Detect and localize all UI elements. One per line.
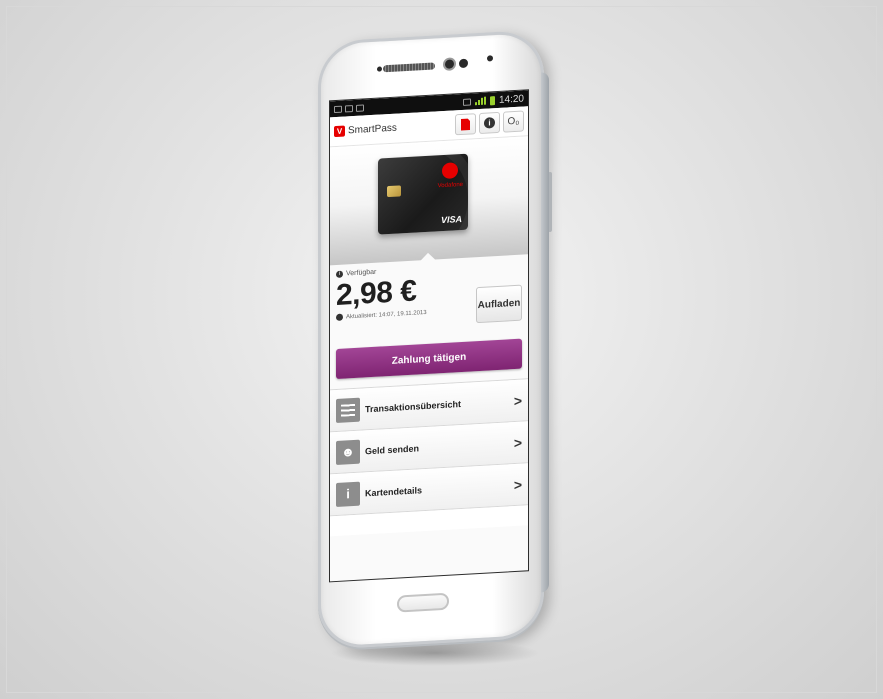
info-button[interactable]: i [479,111,500,134]
sim-card-icon [461,118,470,131]
key-icon: O₀ [507,115,520,128]
info-icon: i [336,270,343,278]
menu-list: Transaktionsübersicht > ☻ Geld senden > … [330,378,528,517]
notification-icon [356,103,364,112]
card-brand: Vodafone [437,181,463,190]
volume-button [548,171,552,233]
nfc-icon [462,97,471,106]
info-icon: i [484,117,495,129]
signal-icon [474,96,486,106]
app-brand: V SmartPass [334,123,397,138]
card-display: Vodafone VISA [330,136,528,266]
balance-section: i Verfügbar 2,98 € Aktualisiert: 14:07, … [330,254,528,347]
chevron-right-icon: > [513,476,522,493]
payment-card[interactable]: Vodafone VISA [378,153,468,235]
vodafone-logo-icon [442,162,458,180]
menu-item-label: Transaktionsübersicht [365,398,462,414]
notification-icon [334,105,342,113]
visa-logo: VISA [440,213,462,226]
status-time: 14:20 [498,92,524,106]
settings-button[interactable]: O₀ [503,110,524,133]
light-sensor [487,55,493,62]
sim-card-button[interactable] [455,113,476,136]
phone-screen: 14:20 V SmartPass i O₀ Vodafone VISA i V… [329,89,529,583]
chevron-right-icon: > [513,392,522,409]
card-chip-icon [387,185,401,198]
smartphone: 14:20 V SmartPass i O₀ Vodafone VISA i V… [318,29,552,651]
people-icon: ☻ [336,439,360,465]
chevron-right-icon: > [513,434,522,451]
home-button[interactable] [397,592,449,613]
vodafone-logo-icon: V [334,125,345,138]
notification-icon [345,104,353,112]
menu-item-label: Geld senden [365,442,420,456]
menu-item-label: Kartendetails [365,484,423,498]
front-camera [445,59,454,69]
battery-icon [489,95,495,105]
topup-button[interactable]: Aufladen [476,284,522,324]
list-icon [336,397,360,423]
earpiece-speaker [383,62,435,73]
proximity-sensor [459,58,468,69]
sensor-dot [377,66,382,72]
info-icon: i [336,481,360,507]
refresh-icon [336,313,343,321]
app-title: SmartPass [348,122,397,137]
